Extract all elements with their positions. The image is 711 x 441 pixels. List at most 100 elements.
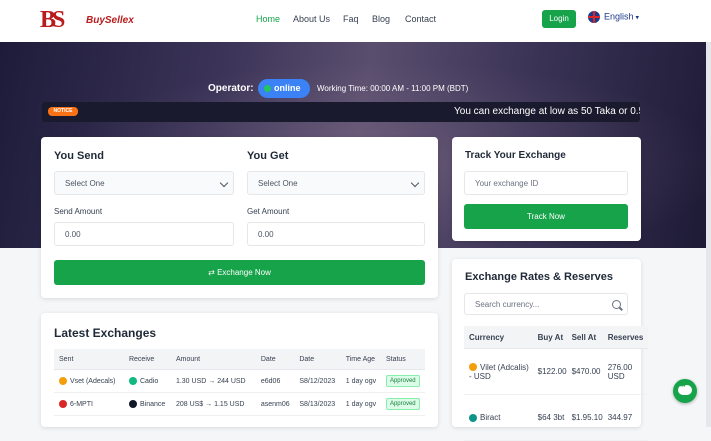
col-amount: Amount	[170, 349, 256, 370]
cell-amount: 208 US$ → 1.15 USD	[170, 392, 256, 416]
nav-about[interactable]: About Us	[293, 14, 330, 24]
exchange-id-input[interactable]: Your exchange ID	[464, 171, 628, 195]
nav-contact[interactable]: Contact	[405, 14, 436, 24]
chat-widget-button[interactable]	[673, 379, 697, 403]
cell-buy: $64 3bt	[532, 394, 567, 441]
cell-date-2: S8/12/2023	[294, 369, 341, 393]
col-sell: Sell At	[566, 326, 603, 349]
rates-title: Exchange Rates & Reserves	[465, 271, 613, 283]
table-header: Sent Receive Amount Date Date Time Age S…	[54, 349, 425, 370]
sent-value: 6-MPTI	[70, 400, 93, 408]
cell-date-2: S8/13/2023	[294, 392, 341, 416]
coin-icon	[59, 377, 67, 385]
cell-sent: Vset (Adecals)	[54, 369, 124, 393]
scrollbar[interactable]	[706, 42, 711, 427]
table-row[interactable]: Vset (Adecals) Cadio 1.30 USD → 244 USD …	[54, 369, 425, 393]
latest-title: Latest Exchanges	[54, 326, 157, 340]
track-now-button[interactable]: Track Now	[464, 204, 628, 229]
cell-reserve: 276.00 USD	[602, 348, 648, 395]
chevron-down-icon	[219, 178, 229, 188]
get-amount-label: Get Amount	[247, 207, 290, 216]
ticker-text: You can exchange at low as 50 Taka or 0.…	[454, 106, 640, 117]
send-currency-select[interactable]: Select One	[54, 171, 234, 195]
cell-receive: Binance	[123, 392, 171, 416]
coin-icon	[128, 400, 137, 408]
nav-faq[interactable]: Faq	[343, 14, 359, 24]
rates-card: Exchange Rates & Reserves Search currenc…	[452, 259, 648, 441]
cell-age: 1 day ogv	[340, 369, 381, 393]
cell-sent: 6-MPTI	[54, 392, 124, 416]
online-label: online	[274, 83, 301, 93]
table-row: Biract $64 3bt $1.95.10 344.97	[464, 394, 648, 441]
cell-date: e6d06	[255, 369, 295, 393]
cell-currency: Vilet (Adcalis) - USD	[464, 348, 533, 395]
nav-home[interactable]: Home	[256, 14, 280, 24]
get-select-value: Select One	[258, 179, 298, 188]
table-row[interactable]: 6-MPTI Binance 208 US$ → 1.15 USD asenm0…	[54, 392, 425, 416]
col-time-age: Time Age	[340, 349, 381, 370]
currency-value: Biract	[480, 413, 501, 422]
exchange-now-button[interactable]: ⇄ Exchange Now	[54, 260, 425, 285]
coin-icon	[59, 400, 67, 408]
notice-badge: NOTICE	[48, 107, 78, 116]
cell-date: asenm06	[255, 392, 295, 416]
status-badge: Approved	[385, 398, 420, 410]
table-row: Vilet (Adcalis) - USD $122.00 $470.00 27…	[464, 348, 648, 395]
track-title: Track Your Exchange	[465, 150, 566, 161]
table-header: Currency Buy At Sell At Reserves	[464, 326, 648, 349]
language-selector[interactable]: English ▾	[588, 11, 639, 23]
cell-status: Approved	[380, 369, 425, 393]
status-badge: Approved	[385, 375, 420, 387]
coin-icon	[469, 363, 477, 372]
you-send-heading: You Send	[54, 150, 104, 162]
send-select-value: Select One	[65, 179, 105, 188]
logo-mark: BS	[40, 7, 65, 33]
get-currency-select[interactable]: Select One	[247, 171, 425, 195]
cell-sell: $470.00	[566, 348, 603, 395]
col-receive: Receive	[123, 349, 171, 370]
you-get-heading: You Get	[247, 150, 289, 162]
nav-blog[interactable]: Blog	[372, 14, 390, 24]
get-amount-input[interactable]: 0.00	[247, 222, 425, 246]
col-status: Status	[380, 349, 425, 370]
search-placeholder: Search currency...	[475, 300, 540, 309]
latest-table: Sent Receive Amount Date Date Time Age S…	[54, 349, 425, 416]
latest-exchanges-card: Latest Exchanges Sent Receive Amount Dat…	[41, 313, 438, 427]
receive-value: Binance	[139, 400, 166, 408]
language-label: English	[604, 11, 634, 22]
login-button[interactable]: Login	[542, 10, 576, 28]
send-amount-label: Send Amount	[54, 207, 103, 216]
cell-status: Approved	[380, 392, 425, 416]
logo[interactable]: BS BuySellex	[40, 8, 150, 32]
status-dot-icon	[264, 85, 271, 92]
cell-amount: 1.30 USD → 244 USD	[170, 369, 256, 393]
cell-receive: Cadio	[123, 369, 171, 393]
logo-text: BuySellex	[86, 15, 134, 26]
currency-search-input[interactable]: Search currency...	[464, 293, 628, 315]
cell-buy: $122.00	[532, 348, 567, 395]
uk-flag-icon	[588, 11, 600, 23]
navbar: BS BuySellex Home About Us Faq Blog Cont…	[0, 0, 711, 43]
col-currency: Currency	[464, 326, 533, 349]
currency-value: Vilet (Adcalis) - USD	[469, 362, 529, 381]
coin-icon	[128, 377, 137, 385]
exchange-form-card: You Send You Get Select One Select One S…	[41, 137, 438, 298]
cell-reserve: 344.97	[602, 394, 648, 441]
cell-age: 1 day ogv	[340, 392, 381, 416]
chevron-down-icon: ▾	[633, 14, 639, 22]
track-exchange-card: Track Your Exchange Your exchange ID Tra…	[452, 137, 641, 241]
rates-table: Currency Buy At Sell At Reserves Vilet (…	[464, 326, 648, 441]
notice-ticker: NOTICE You can exchange at low as 50 Tak…	[42, 102, 640, 122]
receive-value: Cadio	[139, 377, 159, 385]
col-date: Date	[255, 349, 295, 370]
swap-icon: ⇄	[208, 268, 218, 277]
col-date-2: Date	[294, 349, 341, 370]
col-sent: Sent	[54, 349, 124, 370]
operator-label: Operator:	[208, 83, 254, 94]
col-buy: Buy At	[532, 326, 567, 349]
send-amount-input[interactable]: 0.00	[54, 222, 234, 246]
col-reserves: Reserves	[602, 326, 648, 349]
chat-icon	[678, 384, 692, 395]
cell-sell: $1.95.10	[566, 394, 603, 441]
coin-icon	[469, 413, 477, 422]
